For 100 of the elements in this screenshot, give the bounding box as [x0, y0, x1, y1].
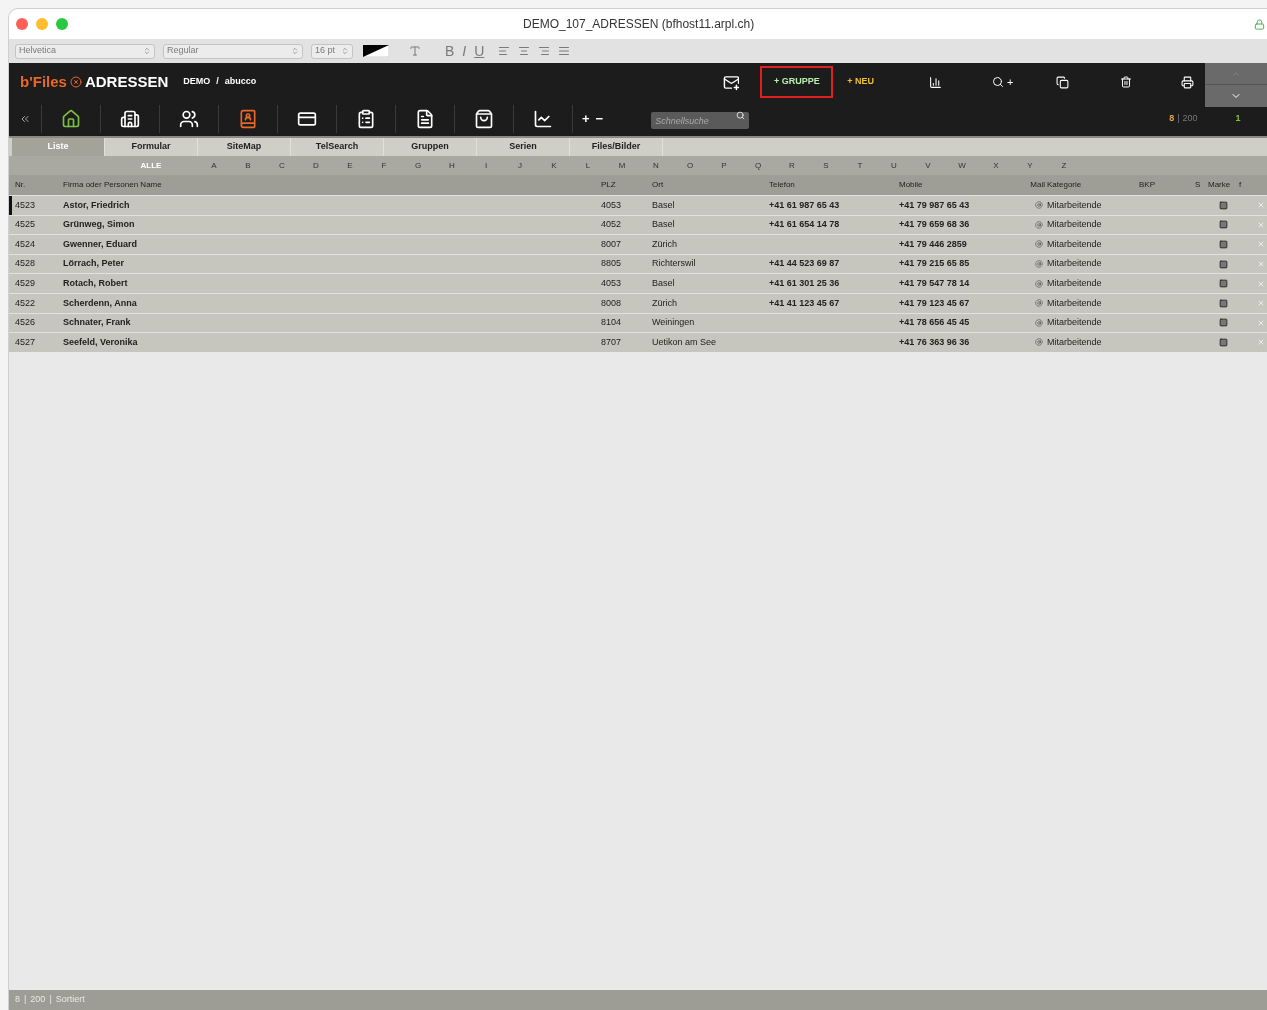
column-header[interactable]: Mobile: [899, 179, 1025, 191]
plus-sign[interactable]: +: [1006, 73, 1014, 91]
database-name: DEMO: [183, 75, 211, 89]
phone-cell-text: +41 61 987 65 43: [769, 198, 841, 212]
letter-filter[interactable]: F: [367, 159, 401, 172]
letter-filter[interactable]: C: [265, 159, 299, 172]
letter-filter[interactable]: L: [571, 159, 605, 172]
city-cell-text: Uetikon am See: [652, 335, 718, 349]
table-row[interactable]: 4527 Seefeld, Veronika 8707 Uetikon am See +41 76 363 96 36 Mitarbeitende: [9, 332, 1267, 352]
brand-name: b'Files: [20, 71, 67, 92]
letter-filter[interactable]: N: [639, 159, 673, 172]
letter-filter[interactable]: E: [333, 159, 367, 172]
letter-filter[interactable]: Y: [1013, 159, 1047, 172]
zip-cell-text: 4053: [601, 276, 623, 290]
total-count: 200: [1182, 111, 1198, 125]
letter-filter[interactable]: Q: [741, 159, 775, 172]
letter-filter[interactable]: U: [877, 159, 911, 172]
number-cell-text: 4528: [14, 257, 37, 271]
module-title: ADRESSEN: [84, 71, 169, 92]
column-header[interactable]: Firma oder Personen Name: [63, 179, 601, 191]
category-cell-text: Mitarbeitende: [1047, 237, 1103, 251]
status-separator: |: [49, 993, 52, 1007]
phone-cell-text: +41 41 123 45 67: [769, 296, 841, 310]
column-header[interactable]: Marke: [1208, 179, 1239, 191]
user-name: abucco: [224, 75, 257, 89]
letter-filter[interactable]: H: [435, 159, 469, 172]
letter-filter[interactable]: S: [809, 159, 843, 172]
table-row[interactable]: 4526 Schnater, Frank 8104 Weiningen +41 78 656 45 45 Mitarbeitende: [9, 312, 1267, 333]
zip-cell-text: 8007: [601, 237, 623, 251]
letter-filter[interactable]: A: [197, 159, 231, 172]
number-cell-text: 4529: [14, 276, 37, 290]
column-header[interactable]: Ort: [652, 179, 769, 191]
number-cell-text: 4526: [14, 316, 37, 330]
status-total-count: 200: [30, 993, 46, 1007]
letter-filter[interactable]: J: [503, 159, 537, 172]
phone-cell-text: +41 61 654 14 78: [769, 218, 841, 232]
table-row[interactable]: 4523 Astor, Friedrich 4053 Basel +41 61 987 65 43 +41 79 987 65 43 Mitarbeitende: [9, 195, 1267, 215]
path-separator: /: [216, 75, 219, 89]
letter-filter[interactable]: O: [673, 159, 707, 172]
letter-filter[interactable]: X: [979, 159, 1013, 172]
minus-button[interactable]: −: [595, 108, 604, 129]
name-cell-text: Astor, Friedrich: [63, 198, 131, 212]
count-separator: |: [1177, 111, 1180, 125]
table-row[interactable]: 4529 Rotach, Robert 4053 Basel +41 61 301 25 36 +41 79 547 78 14 Mitarbeitende: [9, 273, 1267, 293]
page-number: 1: [1235, 111, 1241, 125]
city-cell-text: Basel: [652, 218, 676, 232]
window-title: DEMO_107_ADRESSEN (bfhost11.arpl.ch): [523, 16, 755, 33]
mobile-cell-text: +41 78 656 45 45: [899, 316, 971, 330]
category-cell-text: Mitarbeitende: [1047, 218, 1103, 232]
number-cell-text: 4522: [14, 296, 37, 310]
zip-cell-text: 8104: [601, 316, 623, 330]
quick-search-field[interactable]: Schnellsuche: [651, 112, 750, 129]
letter-filter[interactable]: G: [401, 159, 435, 172]
category-cell-text: Mitarbeitende: [1047, 335, 1103, 349]
add-group-button[interactable]: + GRUPPE: [760, 66, 834, 98]
column-header[interactable]: f: [1239, 179, 1253, 191]
letter-filter[interactable]: T: [843, 159, 877, 172]
column-header[interactable]: Nr.: [9, 179, 63, 191]
column-header[interactable]: S: [1195, 179, 1208, 191]
table-row[interactable]: 4525 Grünweg, Simon 4052 Basel +41 61 654 14 78 +41 79 659 68 36 Mitarbeitende: [9, 214, 1267, 235]
column-header[interactable]: Mail: [1025, 179, 1047, 191]
column-header[interactable]: Telefon: [769, 179, 899, 191]
mobile-cell-text: +41 79 215 65 85: [899, 257, 971, 271]
mobile-cell-text: +41 79 547 78 14: [899, 276, 971, 290]
letter-filter[interactable]: I: [469, 159, 503, 172]
column-header[interactable]: PLZ: [601, 179, 652, 191]
number-cell-text: 4525: [14, 218, 37, 232]
table-row[interactable]: 4528 Lörrach, Peter 8805 Richterswil +41 44 523 69 87 +41 79 215 65 85 Mitarbeitende: [9, 253, 1267, 274]
column-header[interactable]: BKP: [1139, 179, 1195, 191]
category-cell-text: Mitarbeitende: [1047, 316, 1103, 330]
letter-filter[interactable]: V: [911, 159, 945, 172]
table-row[interactable]: 4524 Gwenner, Eduard 8007 Zürich +41 79 446 2859 Mitarbeitende: [9, 234, 1267, 254]
city-cell-text: Zürich: [652, 237, 678, 251]
new-button[interactable]: + NEU: [847, 75, 874, 89]
category-cell-text: Mitarbeitende: [1047, 276, 1103, 290]
name-cell-text: Gwenner, Eduard: [63, 237, 139, 251]
number-cell-text: 4527: [14, 335, 37, 349]
letter-filter[interactable]: B: [231, 159, 265, 172]
letter-filter[interactable]: Z: [1047, 159, 1081, 172]
letter-filter[interactable]: D: [299, 159, 333, 172]
table-row[interactable]: 4522 Scherdenn, Anna 8008 Zürich +41 41 123 45 67 +41 79 123 45 67 Mitarbeitende: [9, 292, 1267, 313]
city-cell-text: Weiningen: [652, 316, 696, 330]
column-header[interactable]: Kategorie: [1047, 179, 1139, 191]
sort-status: Sortiert: [55, 993, 85, 1007]
name-cell-text: Scherdenn, Anna: [63, 296, 138, 310]
status-found-count: 8: [15, 993, 20, 1007]
zip-cell-text: 8008: [601, 296, 623, 310]
zip-cell-text: 8707: [601, 335, 623, 349]
letter-filter[interactable]: K: [537, 159, 571, 172]
city-cell-text: Basel: [652, 276, 676, 290]
letter-filter[interactable]: W: [945, 159, 979, 172]
found-count: 8: [1169, 111, 1175, 125]
letter-filter[interactable]: R: [775, 159, 809, 172]
phone-cell-text: +41 61 301 25 36: [769, 276, 841, 290]
zip-cell-text: 4052: [601, 218, 623, 232]
mobile-cell-text: +41 79 987 65 43: [899, 198, 971, 212]
plus-button[interactable]: +: [582, 108, 590, 129]
letter-filter[interactable]: P: [707, 159, 741, 172]
zip-cell-text: 8805: [601, 257, 623, 271]
letter-filter[interactable]: M: [605, 159, 639, 172]
